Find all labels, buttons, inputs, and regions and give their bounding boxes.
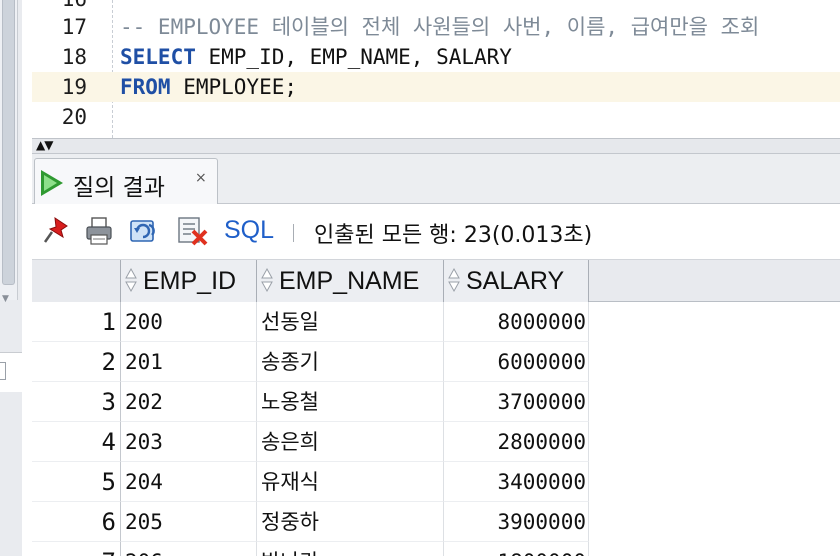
sql-link[interactable]: SQL [224,216,274,245]
scroll-down-icon[interactable]: ▼ [2,294,9,304]
cell-emp-name[interactable]: 박나라 [257,542,444,556]
column-label: EMP_ID [143,267,237,295]
table-row[interactable]: 4 203 송은희 2800000 [32,422,589,462]
editor-line-17: 17 -- EMPLOYEE 테이블의 전체 사원들의 사번, 이름, 급여만을… [32,12,840,42]
editor-line-19: 19 FROM EMPLOYEE; [32,72,840,102]
column-label: EMP_NAME [279,267,420,295]
editor-line-18: 18 SELECT EMP_ID, EMP_NAME, SALARY [32,42,840,72]
collapse-arrows-icon[interactable]: ▲▼ [36,138,53,152]
cell-salary[interactable]: 3900000 [444,502,589,542]
checkbox-stub[interactable] [0,362,6,380]
sql-code: FROM EMPLOYEE; [120,72,297,102]
cell-emp-name[interactable]: 정중하 [257,502,444,542]
cell-emp-name[interactable]: 노옹철 [257,382,444,422]
sort-icon[interactable] [125,266,137,294]
row-number: 5 [32,462,121,502]
row-number: 7 [32,542,121,556]
sql-code: SELECT EMP_ID, EMP_NAME, SALARY [120,42,512,72]
tab-query-result[interactable]: 질의 결과 × [34,158,218,205]
result-tab-bar: 질의 결과 × [32,154,840,205]
left-panel-strip: ▼ [0,0,22,556]
split-divider[interactable]: ▲▼ [32,138,840,154]
cell-emp-id[interactable]: 205 [121,502,257,542]
fetch-status: 인출된 모든 행: 23(0.013초) [314,223,593,248]
cell-salary[interactable]: 3400000 [444,462,589,502]
cell-emp-id[interactable]: 203 [121,422,257,462]
table-row[interactable]: 3 202 노옹철 3700000 [32,382,589,422]
column-header-emp-name[interactable]: EMP_NAME [257,260,444,302]
table-row[interactable]: 2 201 송종기 6000000 [32,342,589,382]
sql-text: EMPLOYEE; [170,75,298,99]
column-header-salary[interactable]: SALARY [444,260,589,302]
toolbar-separator [293,224,294,242]
line-number: 18 [61,45,87,69]
line-number: 17 [61,15,87,39]
row-number: 6 [32,502,121,542]
result-toolbar: SQL 인출된 모든 행: 23(0.013초) [32,204,840,260]
row-number-header [32,260,121,302]
side-panel-band [0,392,22,556]
scrollbar-thumb[interactable] [2,0,15,285]
line-number: 19 [61,75,87,99]
sort-icon[interactable] [261,266,273,294]
vertical-scrollbar[interactable] [0,0,18,300]
cell-salary[interactable]: 1800000 [444,542,589,556]
row-number: 1 [32,302,121,342]
refresh-icon[interactable] [128,215,158,247]
sql-editor[interactable]: 16 17 -- EMPLOYEE 테이블의 전체 사원들의 사번, 이름, 급… [32,0,840,138]
row-number: 4 [32,422,121,462]
result-grid[interactable]: EMP_ID EMP_NAME SALARY 1 200 선동일 8000000… [32,260,840,556]
cell-emp-name[interactable]: 송종기 [257,342,444,382]
cell-salary[interactable]: 3700000 [444,382,589,422]
close-tab-icon[interactable]: × [195,170,207,186]
sql-keyword: SELECT [120,45,196,69]
table-row[interactable]: 1 200 선동일 8000000 [32,302,589,342]
cell-emp-id[interactable]: 204 [121,462,257,502]
cell-salary[interactable]: 6000000 [444,342,589,382]
column-label: SALARY [466,267,565,295]
editor-line-20: 20 [32,102,840,132]
cell-emp-id[interactable]: 206 [121,542,257,556]
table-row[interactable]: 5 204 유재식 3400000 [32,462,589,502]
table-row[interactable]: 7 206 박나라 1800000 [32,542,589,556]
line-number: 20 [61,105,87,129]
tab-label: 질의 결과 [73,175,165,201]
column-header-emp-id[interactable]: EMP_ID [121,260,257,302]
table-row[interactable]: 6 205 정중하 3900000 [32,502,589,542]
row-number: 2 [32,342,121,382]
pin-icon[interactable] [42,215,72,247]
grid-header: EMP_ID EMP_NAME SALARY [32,260,840,302]
cell-emp-name[interactable]: 유재식 [257,462,444,502]
row-number: 3 [32,382,121,422]
cell-emp-name[interactable]: 선동일 [257,302,444,342]
sql-text: EMP_ID, EMP_NAME, SALARY [195,45,512,69]
print-icon[interactable] [84,215,114,247]
clear-icon[interactable] [176,215,208,247]
run-statement-icon [41,170,63,196]
sort-icon[interactable] [448,266,460,294]
cell-emp-id[interactable]: 202 [121,382,257,422]
cell-emp-name[interactable]: 송은희 [257,422,444,462]
sql-keyword: FROM [120,75,171,99]
cell-emp-id[interactable]: 200 [121,302,257,342]
sql-comment: -- EMPLOYEE 테이블의 전체 사원들의 사번, 이름, 급여만을 조회 [120,15,760,39]
cell-emp-id[interactable]: 201 [121,342,257,382]
cell-salary[interactable]: 2800000 [444,422,589,462]
cell-salary[interactable]: 8000000 [444,302,589,342]
